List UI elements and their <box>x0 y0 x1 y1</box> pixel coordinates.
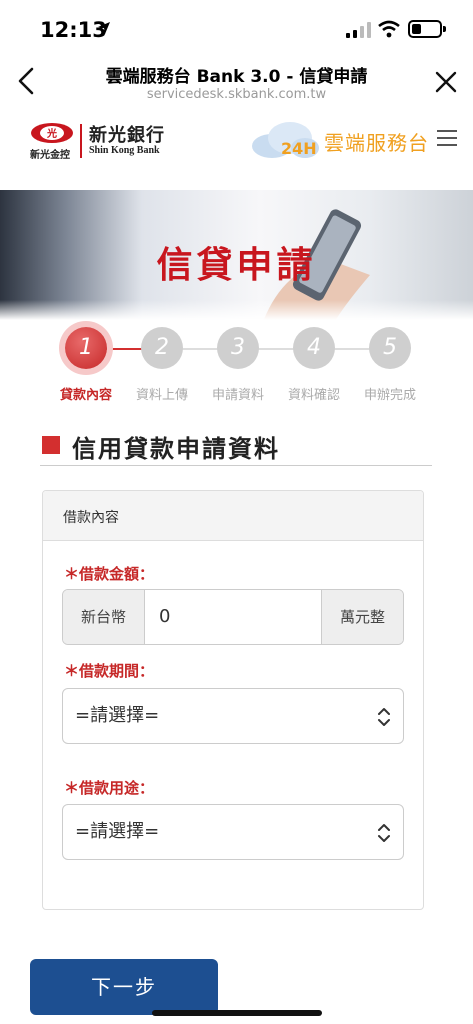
close-icon[interactable] <box>434 70 458 94</box>
step-label: 資料上傳 <box>135 388 188 403</box>
step-label: 申辦完成 <box>363 388 416 403</box>
step-number: 1 <box>65 327 107 369</box>
page-title: 雲端服務台 Bank 3.0 - 信貸申請 <box>105 67 368 87</box>
currency-prefix: 新台幣 <box>63 590 145 644</box>
period-select[interactable]: =請選擇= <box>62 688 404 744</box>
cellular-signal-icon <box>346 22 371 38</box>
select-updown-icon <box>378 708 390 726</box>
progress-steps: 1 貸款內容 2 資料上傳 3 申請資料 4 資料確認 5 申辦完成 <box>0 322 473 410</box>
amount-input[interactable]: 0 <box>159 590 319 644</box>
home-indicator[interactable] <box>152 1010 322 1016</box>
purpose-label: ＊借款用途： <box>64 779 155 797</box>
section-marker <box>42 436 60 454</box>
logo-divider <box>80 124 82 158</box>
bank-name-en: Shin Kong Bank <box>89 145 160 156</box>
24h-badge: 24H <box>281 139 317 158</box>
shin-kong-logo[interactable]: 光 <box>30 122 74 144</box>
hero-banner: 信貸申請 <box>0 190 473 320</box>
period-label: ＊借款期間： <box>64 662 155 680</box>
step-3: 3 申請資料 <box>200 322 276 410</box>
panel-title: 借款內容 <box>63 510 119 526</box>
site-header: 光 新光金控 新光銀行 Shin Kong Bank 24H 雲端服務台 <box>0 112 473 182</box>
select-updown-icon <box>378 824 390 842</box>
page-url: servicedesk.skbank.com.tw <box>146 87 327 102</box>
unit-suffix: 萬元整 <box>321 590 403 644</box>
bank-name: 新光銀行 <box>89 125 165 146</box>
step-label: 申請資料 <box>211 388 264 403</box>
cloud-service-brand: 雲端服務台 <box>324 131 429 155</box>
step-5: 5 申辦完成 <box>352 322 428 410</box>
step-number: 2 <box>141 327 183 369</box>
section-heading: 信用貸款申請資料 <box>40 428 432 466</box>
amount-label: ＊借款金額： <box>64 565 155 583</box>
step-number: 3 <box>217 327 259 369</box>
status-bar: 12:13 <box>0 0 473 56</box>
battery-icon <box>408 20 446 38</box>
banner-title: 信貸申請 <box>156 245 317 286</box>
step-number: 4 <box>293 327 335 369</box>
section-title: 信用貸款申請資料 <box>72 435 280 463</box>
location-arrow-icon <box>98 22 110 34</box>
hamburger-menu-icon[interactable] <box>437 129 457 147</box>
step-4: 4 資料確認 <box>276 322 352 410</box>
svg-text:光: 光 <box>46 127 57 140</box>
step-number: 5 <box>369 327 411 369</box>
step-1: 1 貸款內容 <box>48 322 124 410</box>
browser-navbar: 雲端服務台 Bank 3.0 - 信貸申請 servicedesk.skbank… <box>0 56 473 108</box>
step-2: 2 資料上傳 <box>124 322 200 410</box>
amount-input-group: 新台幣 0 萬元整 <box>62 589 404 645</box>
back-chevron-icon[interactable] <box>14 66 40 96</box>
period-selected: =請選擇= <box>75 705 160 726</box>
wifi-icon <box>378 20 400 38</box>
step-label: 貸款內容 <box>59 388 112 403</box>
next-step-button[interactable]: 下一步 <box>30 959 218 1015</box>
purpose-select[interactable]: =請選擇= <box>62 804 404 860</box>
logo-subtitle: 新光金控 <box>30 150 70 161</box>
panel-header: 借款內容 <box>43 491 423 541</box>
step-label: 資料確認 <box>287 388 340 403</box>
purpose-selected: =請選擇= <box>75 821 160 842</box>
